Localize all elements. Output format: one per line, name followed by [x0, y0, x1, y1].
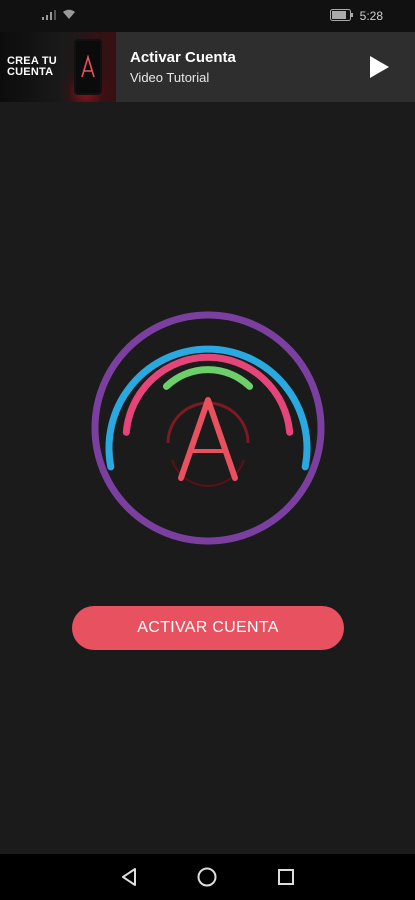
nav-back-button[interactable] [114, 862, 144, 892]
battery-icon [329, 8, 354, 24]
nav-home-button[interactable] [192, 862, 222, 892]
play-icon [370, 56, 389, 78]
status-left [42, 7, 76, 25]
wifi-icon [62, 7, 76, 25]
banner-subtitle: Video Tutorial [130, 70, 210, 85]
video-thumbnail[interactable]: CREA TU CUENTA [0, 32, 116, 102]
banner-text: Activar Cuenta Video Tutorial [116, 49, 359, 85]
status-time: 5:28 [359, 9, 383, 23]
thumbnail-phone-image [74, 39, 102, 95]
status-bar: 5:28 [0, 0, 415, 32]
thumbnail-caption: CREA TU CUENTA [7, 56, 57, 78]
thumbnail-caption-line2: CUENTA [7, 66, 54, 78]
system-nav-bar [0, 854, 415, 900]
video-tutorial-banner[interactable]: CREA TU CUENTA Activar Cuenta Video Tuto… [0, 32, 415, 102]
banner-title: Activar Cuenta [130, 49, 236, 66]
logo-arc-green [162, 366, 254, 390]
app-logo [88, 308, 328, 548]
activate-account-button[interactable]: ACTIVAR CUENTA [72, 606, 344, 650]
home-circle-icon [197, 867, 217, 887]
back-triangle-icon [122, 868, 137, 886]
status-right: 5:28 [329, 8, 383, 24]
logo-letter-a [178, 397, 238, 481]
nav-recents-button[interactable] [271, 862, 301, 892]
signal-icon [42, 7, 56, 25]
recents-square-icon [277, 869, 294, 885]
play-button[interactable] [359, 47, 399, 87]
